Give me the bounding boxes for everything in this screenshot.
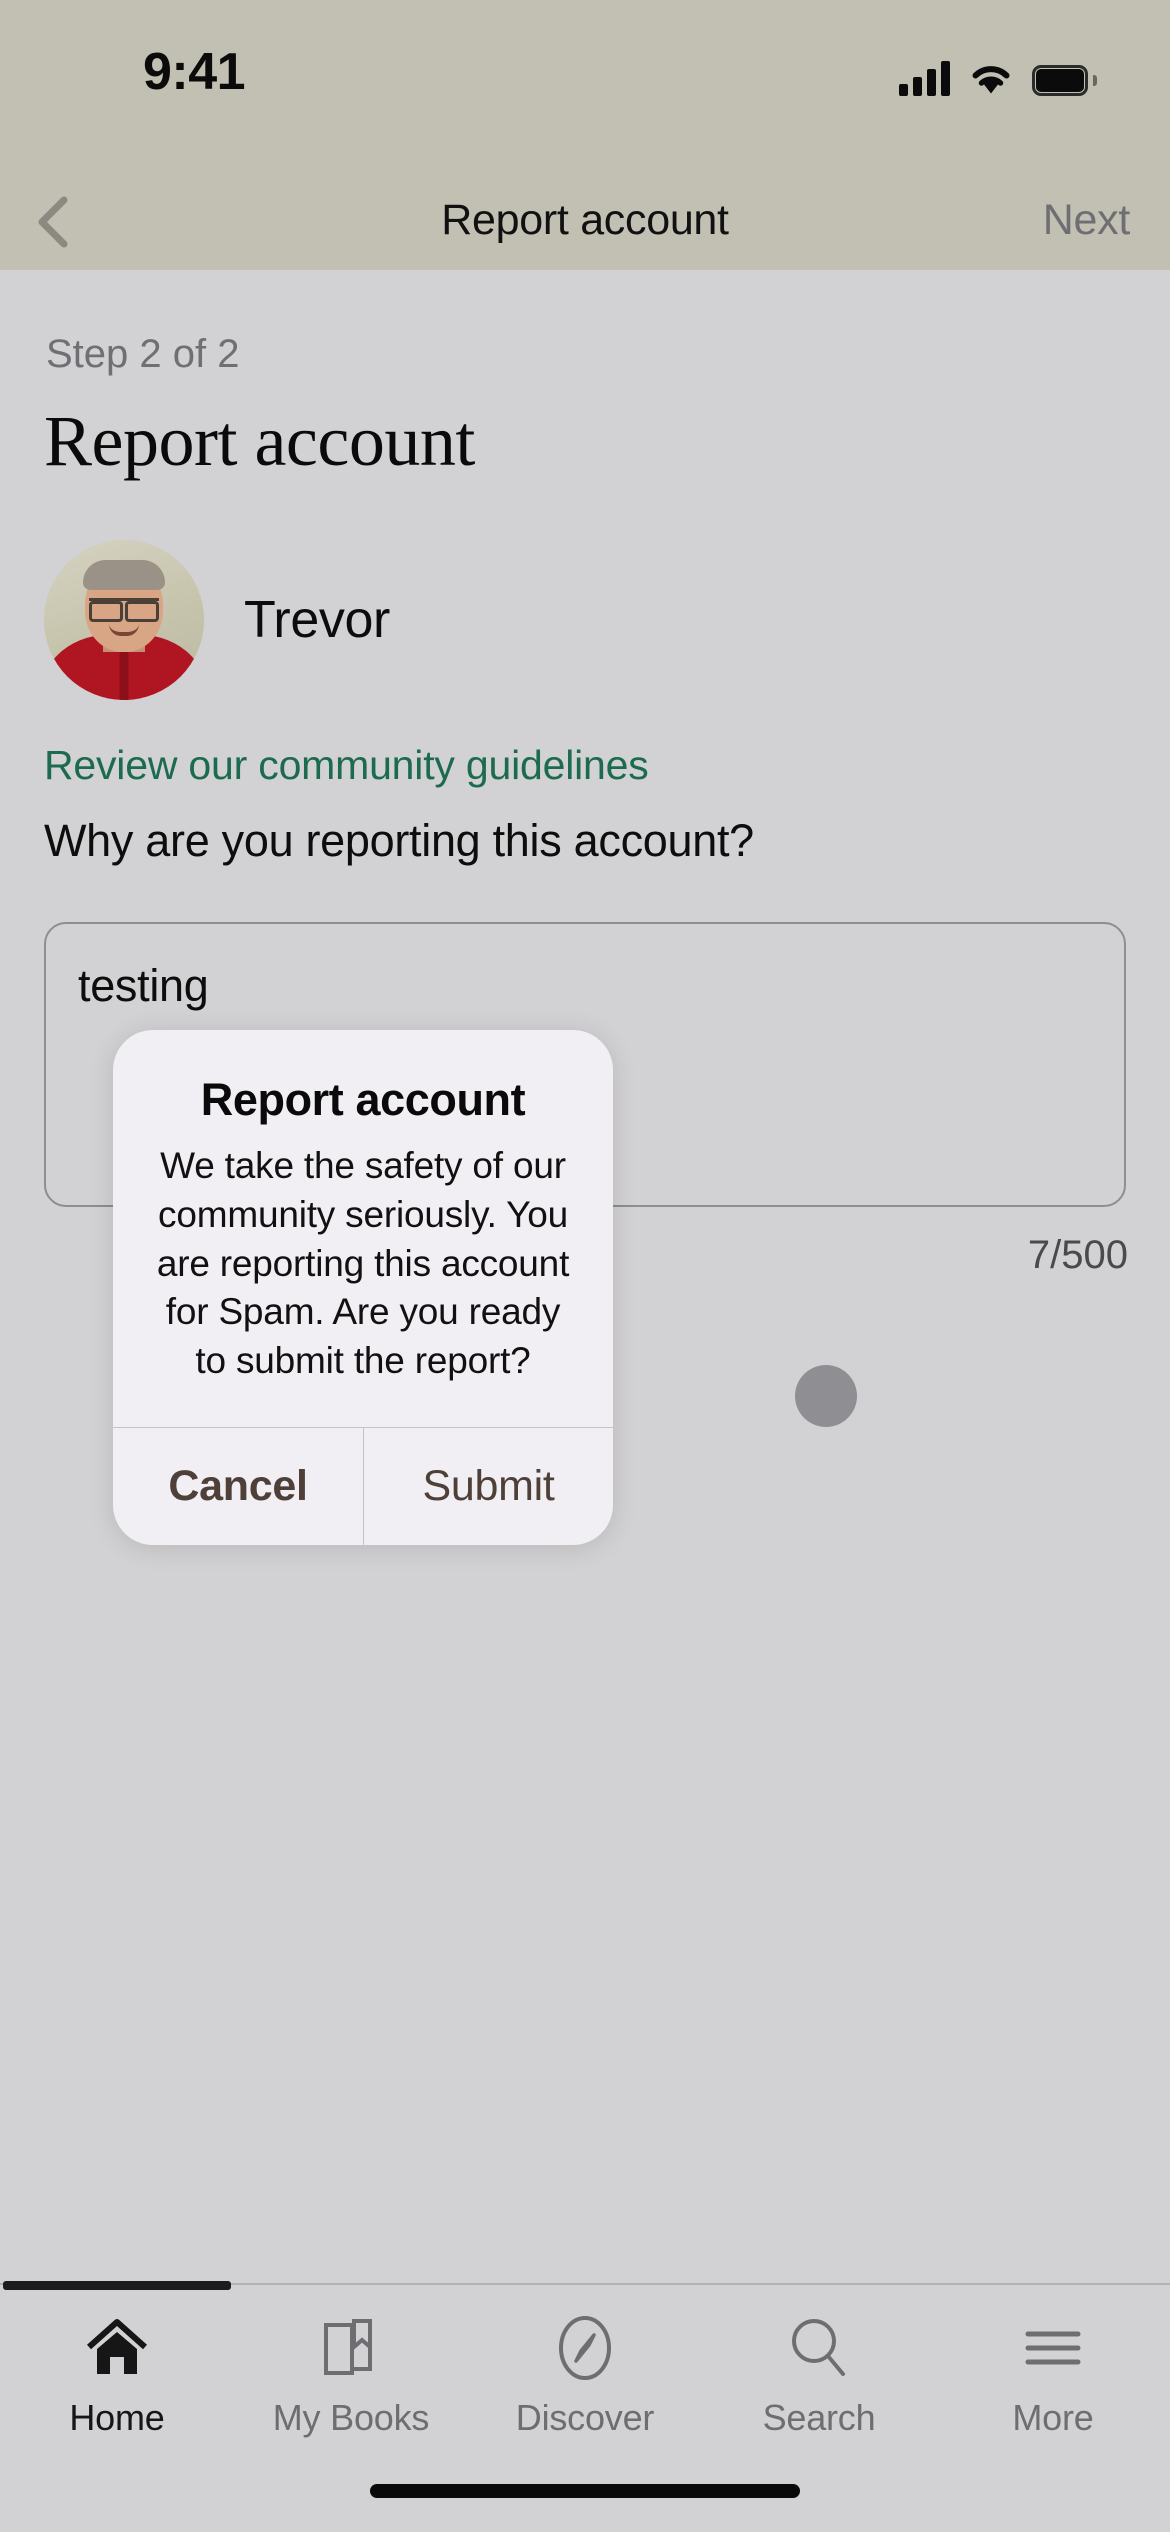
home-indicator (370, 2484, 800, 2498)
report-question-label: Why are you reporting this account? (44, 815, 754, 866)
dialog-actions: Cancel Submit (113, 1427, 613, 1545)
status-time: 9:41 (143, 43, 246, 101)
confirm-report-dialog: Report account We take the safety of our… (113, 1030, 613, 1545)
navigation-bar: Report account Next (0, 170, 1170, 270)
home-icon (84, 2311, 150, 2385)
avatar (44, 540, 204, 700)
community-guidelines-link[interactable]: Review our community guidelines (44, 742, 649, 789)
tab-more[interactable]: More (936, 2285, 1170, 2532)
character-counter: 7/500 (1027, 1233, 1128, 1277)
tab-my-books-label: My Books (272, 2397, 430, 2438)
reported-account-row: Trevor (44, 540, 390, 700)
touch-indicator (795, 1365, 857, 1427)
hamburger-icon (1020, 2311, 1086, 2385)
status-bar: 9:41 (0, 0, 1170, 170)
tab-home-label: Home (69, 2397, 165, 2438)
status-icons (899, 48, 1097, 96)
tab-more-label: More (1012, 2397, 1094, 2438)
tab-home[interactable]: Home (0, 2285, 234, 2532)
signal-bars-icon (899, 60, 950, 96)
submit-button[interactable]: Submit (363, 1428, 613, 1545)
wifi-icon (968, 60, 1014, 96)
dialog-title: Report account (200, 1074, 526, 1125)
books-icon (318, 2311, 384, 2385)
step-indicator: Step 2 of 2 (46, 332, 240, 376)
dialog-body: Report account We take the safety of our… (113, 1030, 613, 1386)
tab-discover-label: Discover (515, 2397, 655, 2438)
phone-screen: 9:41 Report account Next Step 2 of 2 Rep… (0, 0, 1170, 2532)
report-reason-value: testing (78, 960, 209, 1011)
dialog-message: We take the safety of our community seri… (156, 1145, 570, 1382)
nav-title: Report account (441, 195, 729, 244)
account-name: Trevor (244, 591, 390, 649)
tab-search-label: Search (762, 2397, 876, 2438)
tabbar-active-indicator (3, 2281, 231, 2290)
compass-icon (552, 2311, 618, 2385)
battery-full-icon (1032, 65, 1097, 96)
search-icon (786, 2311, 852, 2385)
page-title: Report account (44, 401, 475, 481)
cancel-button[interactable]: Cancel (113, 1428, 363, 1545)
next-button[interactable]: Next (1043, 170, 1131, 270)
